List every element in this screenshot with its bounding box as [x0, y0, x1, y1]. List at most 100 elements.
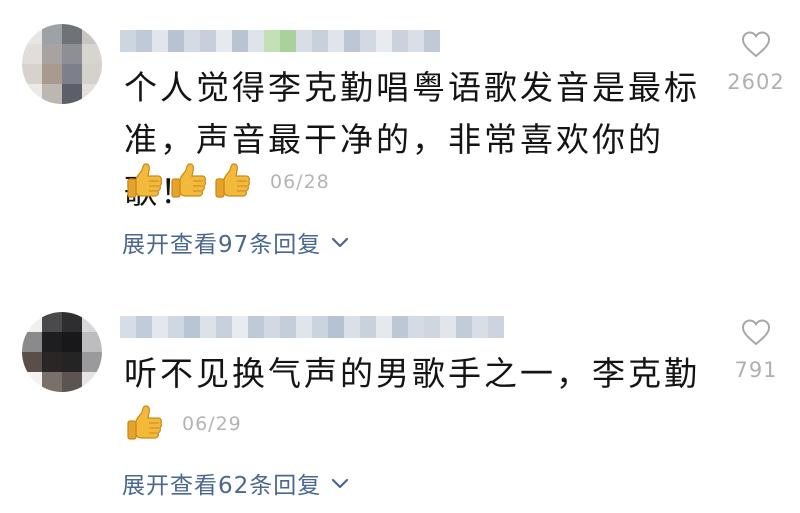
username-mosaic-block — [152, 316, 168, 338]
username-mosaic-block — [184, 30, 200, 52]
avatar-mosaic-cell — [42, 64, 62, 84]
username-mosaic-block — [360, 316, 376, 338]
thumbs-up-emoji-icon — [127, 163, 163, 198]
avatar-mosaic-cell — [82, 312, 102, 332]
username-mosaic-block — [296, 30, 312, 52]
username-mosaic-block — [424, 30, 440, 52]
username-mosaic-block — [120, 316, 136, 338]
username-mosaic-block — [280, 316, 296, 338]
like-count: 2602 — [727, 70, 785, 94]
avatar-mosaic-cell — [42, 24, 62, 44]
avatar-mosaic-cell — [22, 64, 42, 84]
avatar-mosaic-cell — [82, 332, 102, 352]
username-mosaic-block — [120, 30, 136, 52]
avatar-mosaic-cell — [62, 372, 82, 392]
avatar-mosaic-cell — [82, 44, 102, 64]
username-mosaic-block — [184, 316, 200, 338]
expand-replies-label: 展开查看97条回复 — [122, 232, 322, 258]
expand-replies-label: 展开查看62条回复 — [122, 473, 322, 499]
avatar-mosaic-cell — [42, 352, 62, 372]
heart-outline-icon — [741, 31, 771, 58]
thumbs-up-emoji-icon — [215, 163, 251, 198]
comment-item: 个人觉得李克勤唱粤语歌发音是最标 准，声音最干净的，非常喜欢你的歌！ 06/28 … — [0, 0, 800, 270]
heart-outline-icon — [741, 319, 771, 346]
avatar-mosaic-cell — [62, 84, 82, 104]
username-mosaic-block — [344, 316, 360, 338]
username-mosaic-block — [360, 30, 376, 52]
username-mosaic-block — [328, 316, 344, 338]
comment-item: 听不见换气声的男歌手之一，李克勤 06/29 791 展开查看62条回复 — [0, 298, 800, 513]
username-mosaic-block — [312, 30, 328, 52]
avatar-mosaic-cell — [82, 372, 102, 392]
username-mosaic-block — [472, 316, 488, 338]
like-button[interactable]: 2602 — [724, 30, 788, 94]
comment-date: 06/28 — [270, 171, 330, 193]
username-mosaic-block — [216, 30, 232, 52]
username-mosaic-block — [312, 316, 328, 338]
avatar-mosaic-cell — [42, 332, 62, 352]
expand-replies-link[interactable]: 展开查看62条回复 — [122, 466, 349, 500]
avatar-mosaic-cell — [22, 372, 42, 392]
username-mosaic-block — [328, 30, 344, 52]
username-mosaic-block — [168, 30, 184, 52]
avatar-mosaic-cell — [42, 84, 62, 104]
avatar-mosaic-cell — [22, 312, 42, 332]
like-button[interactable]: 791 — [724, 318, 788, 382]
username-mosaic-block — [440, 316, 456, 338]
thumbs-up-emoji-icon — [127, 405, 163, 440]
username-mosaic-block — [280, 30, 296, 52]
comment-text-line-1: 个人觉得李克勤唱粤语歌发音是最标 — [124, 68, 700, 107]
avatar-mosaic-cell — [62, 24, 82, 44]
username-mosaic-block — [264, 30, 280, 52]
username-mosaic-block — [168, 316, 184, 338]
username-mosaic-block — [488, 316, 504, 338]
avatar[interactable] — [22, 312, 102, 392]
username-mosaic-block — [264, 316, 280, 338]
comment-text-line-1: 听不见换气声的男歌手之一，李克勤 — [124, 354, 700, 393]
avatar-mosaic-cell — [62, 44, 82, 64]
avatar-mosaic-cell — [82, 24, 102, 44]
username-mosaic-block — [136, 316, 152, 338]
avatar-mosaic-cell — [82, 352, 102, 372]
avatar-mosaic-cell — [22, 352, 42, 372]
username-mosaic-block — [408, 316, 424, 338]
avatar[interactable] — [22, 24, 102, 104]
username-mosaic-block — [408, 30, 424, 52]
like-count: 791 — [734, 358, 778, 382]
avatar-mosaic-cell — [42, 312, 62, 332]
avatar-mosaic-cell — [22, 332, 42, 352]
username-mosaic-block — [392, 316, 408, 338]
comment-meta: 06/28 — [126, 162, 330, 202]
avatar-mosaic-cell — [82, 84, 102, 104]
avatar-mosaic-cell — [82, 64, 102, 84]
chevron-down-icon — [332, 237, 349, 248]
avatar-mosaic-cell — [22, 84, 42, 104]
username-mosaic-block — [456, 316, 472, 338]
username-mosaic-block — [344, 30, 360, 52]
username-mosaic-block — [136, 30, 152, 52]
avatar-mosaic-cell — [62, 64, 82, 84]
avatar-mosaic-cell — [62, 352, 82, 372]
avatar-mosaic-cell — [22, 24, 42, 44]
username-mosaic-block — [376, 316, 392, 338]
username-mosaic-block — [248, 316, 264, 338]
avatar-mosaic-cell — [22, 44, 42, 64]
avatar-mosaic-cell — [62, 332, 82, 352]
username-mosaic-block — [216, 316, 232, 338]
username-mosaic-block — [376, 30, 392, 52]
avatar-mosaic-cell — [42, 44, 62, 64]
username-mosaic-block — [392, 30, 408, 52]
comment-text: 听不见换气声的男歌手之一，李克勤 — [124, 348, 724, 400]
avatar-mosaic-cell — [42, 372, 62, 392]
username-blurred[interactable] — [120, 30, 440, 52]
username-mosaic-block — [200, 30, 216, 52]
comment-meta: 06/29 — [126, 404, 242, 444]
username-mosaic-block — [248, 30, 264, 52]
avatar-mosaic-cell — [62, 312, 82, 332]
username-mosaic-block — [152, 30, 168, 52]
username-blurred[interactable] — [120, 316, 504, 338]
comment-date: 06/29 — [182, 413, 242, 435]
chevron-down-icon — [332, 478, 349, 489]
username-mosaic-block — [200, 316, 216, 338]
expand-replies-link[interactable]: 展开查看97条回复 — [122, 225, 349, 259]
